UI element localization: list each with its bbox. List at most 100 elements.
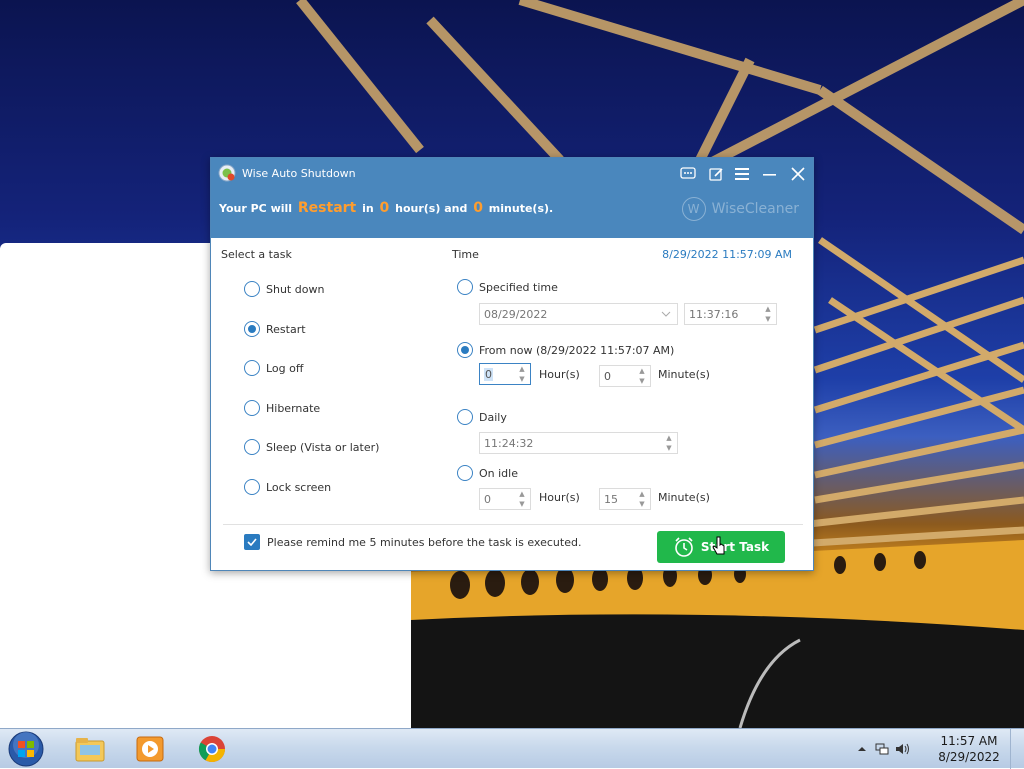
taskbar-chrome[interactable] — [186, 731, 238, 767]
status-line: Your PC will Restart in 0 hour(s) and 0 … — [219, 200, 553, 216]
media-player-icon — [136, 736, 164, 762]
close-icon[interactable] — [787, 164, 809, 184]
from-now-minutes-value: 0 — [604, 369, 611, 383]
radio-restart[interactable] — [244, 321, 260, 337]
radio-sleep[interactable] — [244, 439, 260, 455]
chrome-icon — [198, 736, 226, 763]
alarm-clock-icon — [675, 537, 693, 557]
option-log-off[interactable]: Log off — [244, 360, 303, 376]
radio-shut-down[interactable] — [244, 281, 260, 297]
volume-icon[interactable] — [894, 742, 910, 756]
clock-time: 11:57 AM — [940, 734, 998, 748]
specified-time-spinner[interactable]: ▲ ▼ — [762, 305, 774, 323]
from-now-label: From now (8/29/2022 11:57:07 AM) — [479, 343, 675, 357]
daily-time-input[interactable]: 11:24:32 ▲ ▼ — [479, 432, 678, 454]
radio-on-idle[interactable] — [457, 465, 473, 481]
option-restart-label: Restart — [266, 322, 306, 336]
show-desktop-button[interactable] — [1010, 729, 1024, 769]
brand-logo: W WiseCleaner — [681, 197, 799, 221]
window-title: Wise Auto Shutdown — [242, 167, 356, 180]
network-icon[interactable] — [874, 742, 890, 756]
reminder-label: Please remind me 5 minutes before the ta… — [267, 535, 582, 549]
idle-minutes-value: 15 — [604, 492, 618, 506]
option-hibernate-label: Hibernate — [266, 401, 321, 415]
menu-icon[interactable] — [731, 164, 753, 184]
idle-minutes-spinner[interactable]: ▲ ▼ — [636, 490, 648, 508]
edit-icon[interactable] — [705, 164, 727, 184]
option-shut-down-label: Shut down — [266, 282, 325, 296]
on-idle-label: On idle — [479, 466, 518, 480]
taskbar-media-player[interactable] — [124, 731, 176, 767]
radio-from-now[interactable] — [457, 342, 473, 358]
radio-hibernate[interactable] — [244, 400, 260, 416]
radio-lock-screen[interactable] — [244, 479, 260, 495]
radio-daily[interactable] — [457, 409, 473, 425]
option-daily[interactable]: Daily — [457, 409, 507, 425]
task-heading: Select a task — [221, 248, 292, 261]
from-now-hours-spinner[interactable]: ▲ ▼ — [516, 365, 528, 383]
folder-icon — [75, 738, 105, 762]
radio-log-off[interactable] — [244, 360, 260, 376]
option-specified-time[interactable]: Specified time — [457, 279, 558, 295]
specified-date-picker[interactable]: 08/29/2022 — [479, 303, 678, 325]
from-now-hours-value: 0 — [484, 367, 493, 381]
option-lock-screen-label: Lock screen — [266, 480, 332, 494]
mouse-cursor-icon — [712, 536, 725, 555]
divider — [223, 524, 803, 525]
feedback-icon[interactable] — [677, 164, 699, 184]
status-hours-unit: hour(s) and — [395, 202, 468, 215]
from-now-minutes-spinner[interactable]: ▲ ▼ — [636, 367, 648, 385]
from-now-hours-unit: Hour(s) — [539, 368, 580, 381]
option-sleep[interactable]: Sleep (Vista or later) — [244, 439, 379, 455]
idle-hours-input[interactable]: 0 ▲ ▼ — [479, 488, 531, 510]
option-on-idle[interactable]: On idle — [457, 465, 518, 481]
status-hours: 0 — [379, 200, 390, 216]
reminder-checkbox[interactable] — [244, 534, 260, 550]
check-icon — [247, 538, 257, 546]
taskbar-clock[interactable]: 11:57 AM 8/29/2022 — [934, 733, 1004, 765]
clock-date: 8/29/2022 — [938, 750, 1000, 764]
chevron-down-icon — [661, 311, 671, 317]
minimize-icon[interactable] — [759, 164, 781, 184]
wise-auto-shutdown-window: Wise Auto Shutdown Your PC will Restart … — [210, 157, 814, 571]
brand-name: WiseCleaner — [711, 201, 799, 217]
daily-time-value: 11:24:32 — [484, 436, 534, 450]
idle-minutes-unit: Minute(s) — [658, 491, 710, 504]
window-header[interactable]: Wise Auto Shutdown Your PC will Restart … — [211, 158, 813, 238]
radio-specified-time[interactable] — [457, 279, 473, 295]
specified-time-label: Specified time — [479, 280, 558, 294]
status-minutes: 0 — [473, 200, 483, 216]
idle-hours-value: 0 — [484, 492, 491, 506]
option-restart[interactable]: Restart — [244, 321, 306, 337]
brand-initial: W — [681, 197, 706, 221]
taskbar-explorer[interactable] — [64, 731, 116, 767]
status-prefix: Your PC will — [219, 202, 293, 215]
specified-time-input[interactable]: 11:37:16 ▲ ▼ — [684, 303, 777, 325]
from-now-minutes-unit: Minute(s) — [658, 368, 710, 381]
app-logo-icon — [218, 164, 236, 182]
daily-time-spinner[interactable]: ▲ ▼ — [663, 434, 675, 452]
option-from-now[interactable]: From now (8/29/2022 11:57:07 AM) — [457, 342, 674, 358]
from-now-hours-input[interactable]: 0 ▲ ▼ — [479, 363, 531, 385]
daily-label: Daily — [479, 410, 507, 424]
system-tray: 11:57 AM 8/29/2022 — [854, 729, 1024, 769]
option-log-off-label: Log off — [266, 361, 304, 375]
idle-minutes-input[interactable]: 15 ▲ ▼ — [599, 488, 651, 510]
status-minutes-unit: minute(s). — [488, 202, 554, 215]
option-hibernate[interactable]: Hibernate — [244, 400, 320, 416]
status-action: Restart — [297, 200, 357, 216]
idle-hours-spinner[interactable]: ▲ ▼ — [516, 490, 528, 508]
from-now-minutes-input[interactable]: 0 ▲ ▼ — [599, 365, 651, 387]
option-lock-screen[interactable]: Lock screen — [244, 479, 331, 495]
option-shut-down[interactable]: Shut down — [244, 281, 324, 297]
chevron-up-icon[interactable] — [854, 742, 870, 756]
current-time: 8/29/2022 11:57:09 AM — [662, 248, 792, 261]
idle-hours-unit: Hour(s) — [539, 491, 580, 504]
reminder-option[interactable]: Please remind me 5 minutes before the ta… — [244, 534, 581, 550]
time-heading: Time — [452, 248, 479, 261]
taskbar: 11:57 AM 8/29/2022 — [0, 728, 1024, 769]
specified-time-value: 11:37:16 — [689, 307, 739, 321]
status-in: in — [362, 202, 374, 215]
start-orb-icon[interactable] — [6, 730, 46, 768]
option-sleep-label: Sleep (Vista or later) — [266, 440, 380, 454]
